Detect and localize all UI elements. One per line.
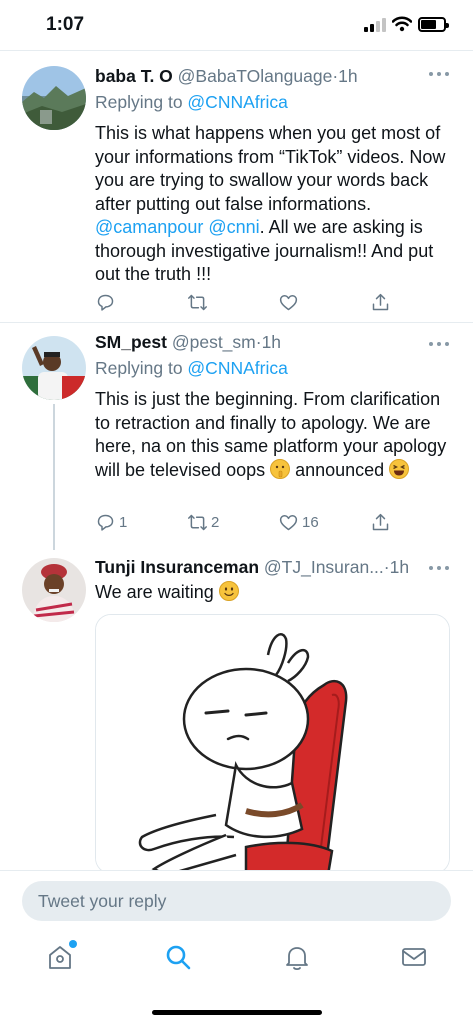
bottom-tab-bar [0, 930, 473, 1024]
notifications-icon [286, 947, 308, 971]
tab-notifications[interactable] [282, 942, 312, 972]
like-button[interactable] [278, 292, 302, 313]
new-tweets-dot [69, 940, 77, 948]
share-icon [372, 293, 389, 311]
laughing-face-emoji [389, 458, 410, 479]
share-icon [372, 513, 389, 531]
tab-home[interactable] [45, 940, 77, 972]
home-indicator [152, 1010, 322, 1015]
heart-icon [279, 515, 298, 531]
tweet-text-part: announced [290, 459, 390, 480]
like-count: 16 [302, 514, 319, 531]
cartoon-rabbit-chair-image [96, 615, 449, 873]
retweet-button[interactable] [187, 292, 211, 313]
replying-mention[interactable]: @CNNAfrica [187, 92, 287, 112]
tweet-time: 1h [338, 66, 358, 86]
tweet-actions [95, 292, 395, 316]
tweet-text: This is just the beginning. From clarifi… [95, 388, 451, 482]
messages-icon [402, 948, 426, 966]
author-handle[interactable]: @BabaTOlanguage [178, 66, 333, 86]
tweet-header: baba T. O @BabaTOlanguage·1h [95, 64, 451, 88]
more-options-icon[interactable] [429, 566, 449, 572]
tweet-time: 1h [389, 557, 410, 577]
tweet-divider [0, 322, 473, 323]
tweet-header: Tunji Insuranceman @TJ_Insuran...·1h [95, 555, 451, 579]
mention-link[interactable]: @camanpour [95, 217, 203, 237]
header-divider [0, 50, 473, 51]
retweet-icon [188, 294, 207, 311]
cellular-signal-icon [364, 18, 386, 32]
retweet-icon [188, 514, 207, 531]
tweet-header: SM_pest @pest_sm·1h [95, 330, 451, 354]
author-handle[interactable]: @pest_sm [172, 332, 256, 352]
status-bar: 1:07 [0, 0, 473, 50]
replying-to: Replying to @CNNAfrica [95, 88, 451, 116]
author-name[interactable]: baba T. O [95, 66, 173, 86]
replying-prefix: Replying to [95, 92, 188, 112]
tweet-sm-pest[interactable]: SM_pest @pest_sm·1h Replying to @CNNAfri… [0, 326, 473, 550]
shushing-face-emoji [270, 458, 291, 479]
wifi-icon [392, 16, 412, 32]
reply-icon [97, 294, 114, 311]
replying-to: Replying to @CNNAfrica [95, 354, 451, 382]
reply-icon [97, 514, 114, 531]
avatar[interactable] [22, 558, 86, 622]
tab-search[interactable] [163, 942, 193, 972]
heart-icon [279, 295, 298, 311]
more-options-icon[interactable] [429, 342, 449, 348]
replying-prefix: Replying to [95, 358, 188, 378]
avatar[interactable] [22, 336, 86, 400]
avatar[interactable] [22, 66, 86, 130]
search-icon [166, 945, 191, 970]
thread-line [53, 404, 55, 550]
retweet-button[interactable]: 2 [187, 512, 219, 533]
tweet-media-image[interactable] [95, 614, 450, 874]
status-time: 1:07 [46, 14, 85, 35]
tweet-baba[interactable]: baba T. O @BabaTOlanguage·1h Replying to… [0, 56, 473, 318]
tweet-time: 1h [261, 332, 282, 352]
mention-link[interactable]: @cnni [208, 217, 259, 237]
replying-mention[interactable]: @CNNAfrica [187, 358, 287, 378]
share-button[interactable] [370, 512, 391, 533]
tab-messages[interactable] [399, 942, 429, 972]
author-name[interactable]: SM_pest [95, 332, 167, 352]
tweet-text-part: We are waiting [95, 582, 219, 602]
like-button[interactable]: 16 [278, 512, 319, 533]
reply-button[interactable] [95, 292, 119, 313]
reply-input[interactable]: Tweet your reply [22, 881, 451, 921]
retweet-count: 2 [211, 514, 220, 531]
author-name[interactable]: Tunji Insuranceman [95, 557, 259, 577]
tweet-text: We are waiting [95, 581, 451, 605]
battery-icon [418, 17, 449, 32]
tweet-text: This is what happens when you get most o… [95, 122, 451, 287]
tweet-text-part: This is what happens when you get most o… [95, 123, 446, 214]
share-button[interactable] [370, 292, 391, 313]
reply-button[interactable]: 1 [95, 512, 127, 533]
reply-composer: Tweet your reply [0, 870, 473, 930]
more-options-icon[interactable] [429, 72, 449, 78]
tweet-actions: 1 2 16 [95, 512, 395, 536]
author-handle[interactable]: @TJ_Insuran... [264, 557, 384, 577]
reply-count: 1 [119, 514, 128, 531]
smiling-face-emoji [218, 581, 239, 601]
